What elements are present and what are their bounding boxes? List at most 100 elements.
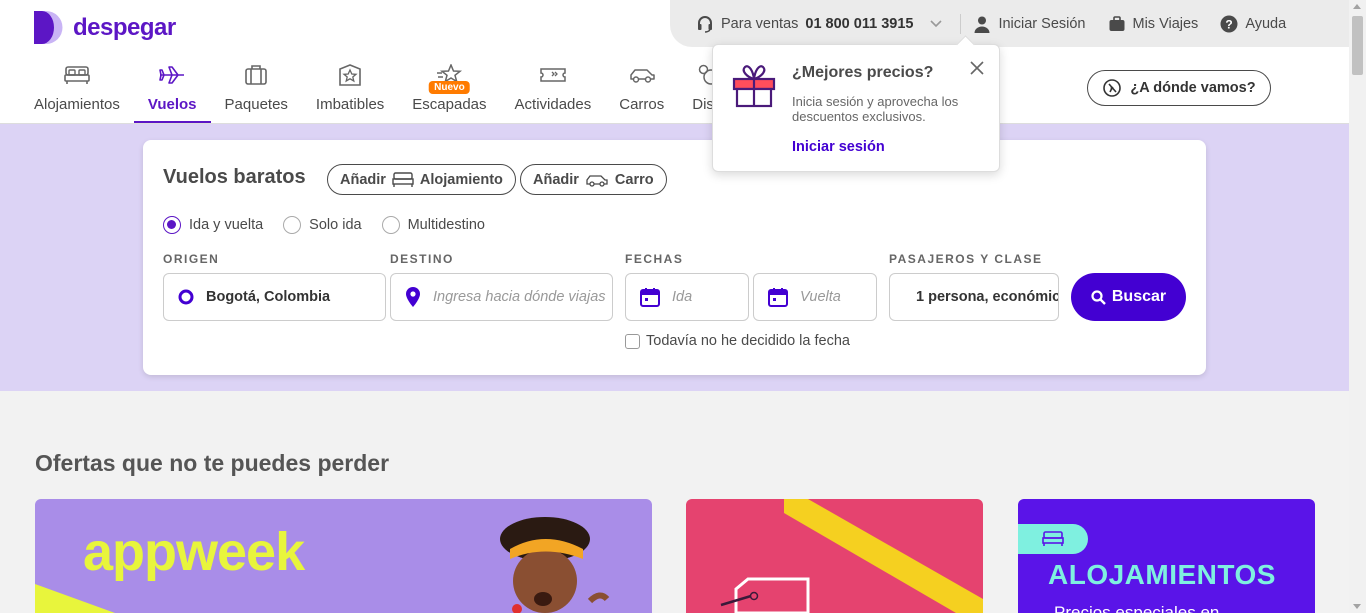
nav-item-imbatibles[interactable]: Imbatibles: [302, 62, 398, 123]
nav-item-actividades[interactable]: Actividades: [501, 62, 606, 123]
nav-label: Escapadas: [412, 96, 487, 113]
nav-item-paquetes[interactable]: Paquetes: [211, 62, 302, 123]
login-link[interactable]: Iniciar Sesión: [973, 15, 1086, 33]
search-title: Vuelos baratos: [163, 166, 306, 188]
offers-title: Ofertas que no te puedes perder: [35, 450, 390, 476]
sales-label: Para ventas: [721, 15, 799, 32]
chevron-down-icon[interactable]: [930, 19, 943, 28]
product-nav: Alojamientos Vuelos Paquetes Imbatibles …: [20, 62, 745, 123]
popover-text: Inicia sesión y aprovecha los descuentos…: [792, 94, 959, 124]
passengers-label: PASAJEROS Y CLASE: [889, 252, 1043, 266]
add-car-label: Carro: [614, 171, 654, 188]
origin-value: Bogotá, Colombia: [206, 289, 331, 305]
destination-label: DESTINO: [390, 252, 454, 266]
radio-one-way[interactable]: Solo ida: [283, 216, 362, 234]
alojamientos-title: ALOJAMIENTOS: [1048, 559, 1276, 590]
nav-item-escapadas[interactable]: Nuevo Escapadas: [398, 62, 500, 123]
radio-label: Solo ida: [309, 217, 362, 233]
destination-input[interactable]: Ingresa hacia dónde viajas: [390, 273, 613, 321]
plane-icon: [159, 66, 185, 84]
car-icon: [629, 69, 655, 83]
bed-icon: [392, 171, 414, 187]
radio-round-trip[interactable]: Ida y vuelta: [163, 216, 263, 234]
origin-input[interactable]: Bogotá, Colombia: [163, 273, 386, 321]
help-link[interactable]: ? Ayuda: [1220, 15, 1286, 33]
passengers-input[interactable]: 1 persona, económica: [889, 273, 1059, 321]
offer-card-alojamientos[interactable]: ALOJAMIENTOS Precios especiales en: [1018, 499, 1315, 613]
checkbox[interactable]: [625, 333, 640, 349]
where-to-label: ¿A dónde vamos?: [1130, 80, 1256, 96]
depart-placeholder: Ida: [672, 289, 693, 305]
scroll-thumb[interactable]: [1352, 16, 1363, 75]
radio-dot[interactable]: [163, 216, 181, 234]
compass-icon: [1103, 79, 1122, 97]
destination-placeholder: Ingresa hacia dónde viajas: [433, 289, 606, 305]
car-icon: [586, 174, 608, 187]
nav-item-vuelos[interactable]: Vuelos: [133, 62, 211, 123]
svg-text:?: ?: [1226, 17, 1233, 31]
flight-search-card: Vuelos baratos Añadir Alojamiento Añadir…: [143, 140, 1206, 375]
nav-label: Actividades: [514, 96, 592, 113]
nav-label: Alojamientos: [34, 96, 120, 113]
header: despegar Para ventas 01 800 011 3915 Ini…: [0, 0, 1349, 124]
origin-label: ORIGEN: [163, 252, 220, 266]
where-to-button[interactable]: ¿A dónde vamos?: [1087, 70, 1271, 106]
logo-text: despegar: [73, 13, 176, 41]
radio-multi-destination[interactable]: Multidestino: [381, 216, 485, 234]
radio-dot[interactable]: [381, 216, 400, 234]
close-icon[interactable]: [968, 59, 986, 77]
my-trips-link[interactable]: Mis Viajes: [1108, 15, 1199, 33]
headset-icon: [698, 15, 712, 33]
gift-icon: [732, 65, 776, 108]
undecided-label: Todavía no he decidido la fecha: [646, 333, 850, 349]
appweek-title: appweek: [83, 522, 305, 582]
logo-mark-icon: [34, 11, 63, 44]
topbar-divider: [960, 13, 962, 34]
nav-label: Paquetes: [224, 96, 288, 113]
add-prefix: Añadir: [533, 171, 579, 188]
radio-label: Multidestino: [407, 217, 485, 233]
page-scrollbar[interactable]: [1349, 0, 1366, 613]
my-trips-label: Mis Viajes: [1132, 15, 1199, 32]
add-hotel-button[interactable]: Añadir Alojamiento: [327, 164, 516, 195]
user-icon: [974, 16, 990, 33]
nav-label: Vuelos: [147, 96, 197, 113]
search-button[interactable]: Buscar: [1071, 273, 1186, 321]
scroll-down-arrow[interactable]: [1353, 604, 1361, 609]
topbar: Para ventas 01 800 011 3915 Iniciar Sesi…: [670, 0, 1349, 47]
return-date-input[interactable]: Vuelta: [753, 273, 877, 321]
bed-icon: [64, 66, 90, 84]
add-car-button[interactable]: Añadir Carro: [520, 164, 667, 195]
undecided-date-checkbox[interactable]: Todavía no he decidido la fecha: [625, 333, 850, 349]
bed-chip: [1018, 524, 1088, 554]
sales-number: 01 800 011 3915: [805, 15, 914, 32]
offer-card-tag[interactable]: [686, 499, 983, 613]
help-label: Ayuda: [1245, 15, 1287, 32]
card-decoration: [720, 499, 983, 613]
alojamientos-subtitle: Precios especiales en: [1054, 603, 1220, 613]
new-badge: Nuevo: [429, 81, 470, 94]
depart-date-input[interactable]: Ida: [625, 273, 749, 321]
offer-card-appweek[interactable]: appweek: [35, 499, 652, 613]
passengers-value: 1 persona, económica: [916, 289, 1059, 305]
location-pin-icon: [406, 287, 420, 307]
login-popover: ¿Mejores precios? Inicia sesión y aprove…: [712, 44, 1000, 172]
logo[interactable]: despegar: [34, 11, 176, 44]
nav-item-alojamientos[interactable]: Alojamientos: [20, 62, 134, 123]
return-placeholder: Vuelta: [800, 289, 841, 305]
bed-icon: [1042, 531, 1064, 546]
radio-dot[interactable]: [283, 216, 302, 234]
scroll-up-arrow[interactable]: [1353, 4, 1361, 9]
search-icon: [1091, 289, 1106, 305]
nav-label: Carros: [619, 96, 665, 113]
login-label: Iniciar Sesión: [998, 15, 1086, 32]
briefcase-icon: [1109, 15, 1124, 31]
suitcase-icon: [245, 65, 268, 85]
help-icon: ?: [1220, 15, 1238, 32]
nav-item-carros[interactable]: Carros: [605, 62, 678, 123]
add-prefix: Añadir: [340, 171, 386, 188]
sales-phone[interactable]: Para ventas 01 800 011 3915: [696, 15, 943, 33]
popover-login-link[interactable]: Iniciar sesión: [792, 139, 885, 155]
ticket-icon: [540, 68, 566, 82]
origin-circle-icon: [178, 289, 194, 305]
